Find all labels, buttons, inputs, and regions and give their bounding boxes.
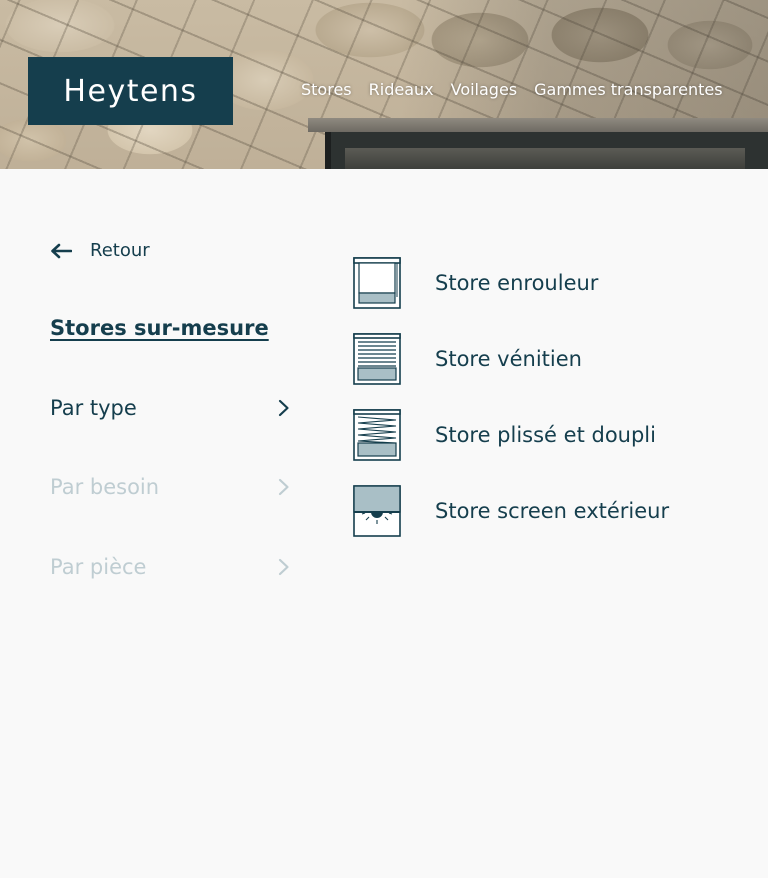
menu-item-par-besoin[interactable]: Par besoin — [50, 475, 290, 499]
product-store-enrouleur[interactable]: Store enrouleur — [353, 257, 598, 309]
menu-item-par-piece[interactable]: Par pièce — [50, 555, 290, 579]
chevron-right-icon — [278, 558, 289, 576]
menu-item-label: Par type — [50, 396, 137, 420]
chevron-right-icon — [278, 478, 289, 496]
nav-rideaux[interactable]: Rideaux — [369, 80, 434, 99]
window-ledge — [308, 118, 768, 132]
product-label: Store enrouleur — [435, 271, 599, 295]
logo-text: Heytens — [63, 73, 198, 109]
back-button[interactable]: Retour — [50, 240, 150, 261]
hero-banner: Heytens Stores Rideaux Voilages Gammes t… — [0, 0, 768, 169]
venetian-blind-icon — [353, 333, 401, 385]
arrow-left-icon — [51, 243, 72, 258]
logo[interactable]: Heytens — [28, 57, 233, 125]
nav-stores[interactable]: Stores — [301, 80, 352, 99]
product-label: Store vénitien — [435, 347, 582, 371]
product-label: Store screen extérieur — [435, 499, 670, 523]
product-label: Store plissé et doupli — [435, 423, 656, 447]
pleated-blind-icon — [353, 409, 401, 461]
section-title[interactable]: Stores sur-mesure — [50, 316, 269, 340]
roller-blind-icon — [353, 257, 401, 309]
exterior-screen-icon — [353, 485, 401, 537]
main-nav: Stores Rideaux Voilages Gammes transpare… — [301, 80, 740, 99]
nav-gammes-transparentes[interactable]: Gammes transparentes — [534, 80, 722, 99]
menu-item-label: Par pièce — [50, 555, 147, 579]
menu-item-par-type[interactable]: Par type — [50, 396, 290, 420]
back-label: Retour — [90, 240, 150, 261]
product-store-plisse[interactable]: Store plissé et doupli — [353, 409, 656, 461]
product-store-screen-exterieur[interactable]: Store screen extérieur — [353, 485, 669, 537]
product-store-venitien[interactable]: Store vénitien — [353, 333, 582, 385]
menu-item-label: Par besoin — [50, 475, 160, 499]
nav-voilages[interactable]: Voilages — [451, 80, 518, 99]
chevron-right-icon — [278, 399, 289, 417]
